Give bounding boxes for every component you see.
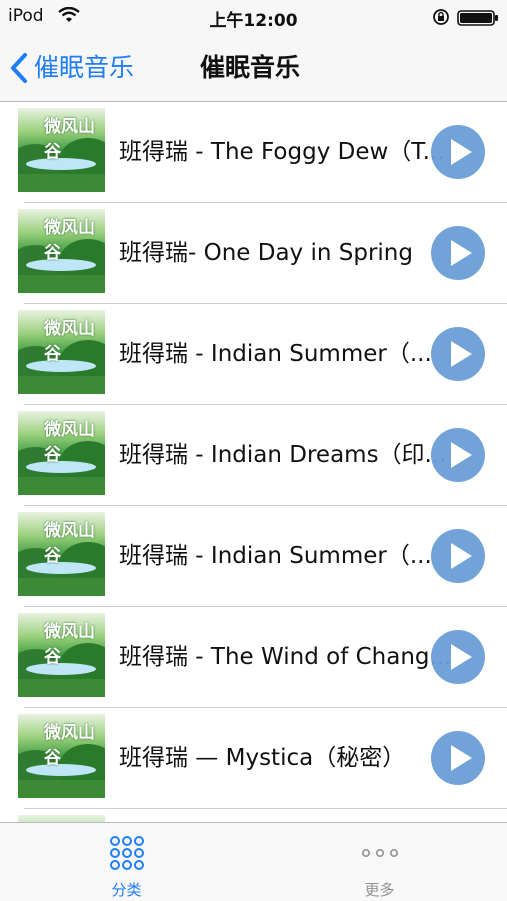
play-button[interactable] xyxy=(431,226,485,280)
tab-category[interactable]: 分类 xyxy=(0,823,253,901)
cover-title: 微风山谷 xyxy=(44,420,95,465)
chevron-left-icon xyxy=(11,53,27,83)
play-button[interactable] xyxy=(431,529,485,583)
battery-icon xyxy=(457,10,498,26)
album-cover: 微风山谷 xyxy=(18,209,105,293)
tab-more[interactable]: 更多 xyxy=(253,823,506,901)
cover-title: 微风山谷 xyxy=(44,622,95,667)
play-icon xyxy=(451,745,472,771)
list-item[interactable]: 微风山谷 班得瑞- One Day in Spring xyxy=(0,203,507,304)
play-button[interactable] xyxy=(431,125,485,179)
play-icon xyxy=(451,240,472,266)
back-label: 催眠音乐 xyxy=(34,53,135,82)
list-item[interactable]: 微风山谷 班得瑞 - The Foggy Dew（T... xyxy=(0,102,507,203)
cover-title: 微风山谷 xyxy=(44,723,95,768)
album-cover: 微风山谷 xyxy=(18,108,105,192)
page-title: 催眠音乐 xyxy=(200,53,301,82)
play-icon xyxy=(451,139,472,165)
play-button[interactable] xyxy=(431,630,485,684)
list-item[interactable]: 微风山谷 班得瑞 - Indian Summer（... xyxy=(0,506,507,607)
back-button[interactable]: 催眠音乐 xyxy=(10,48,134,88)
cover-title: 微风山谷 xyxy=(44,117,95,162)
album-cover: 微风山谷 xyxy=(18,613,105,697)
tab-label: 更多 xyxy=(364,881,395,899)
list-item[interactable]: 微风山谷 班得瑞 — Mystica（秘密） xyxy=(0,708,507,809)
album-cover xyxy=(18,815,105,822)
cover-title: 微风山谷 xyxy=(44,319,95,364)
play-button[interactable] xyxy=(431,327,485,381)
tab-label: 分类 xyxy=(111,881,142,899)
list-item[interactable]: 微风山谷 班得瑞 - The Wind of Chang... xyxy=(0,607,507,708)
track-list[interactable]: 微风山谷 班得瑞 - The Foggy Dew（T... 微风山谷 班得瑞- … xyxy=(0,102,507,822)
list-item[interactable]: 微风山谷 班得瑞 - Indian Summer（... xyxy=(0,304,507,405)
tab-bar: 分类 更多 xyxy=(0,822,507,901)
play-icon xyxy=(451,341,472,367)
more-dots-icon xyxy=(361,849,398,858)
cover-title: 微风山谷 xyxy=(44,521,95,566)
play-icon xyxy=(451,644,472,670)
album-cover: 微风山谷 xyxy=(18,714,105,798)
play-button[interactable] xyxy=(431,731,485,785)
status-bar: iPod 上午12:00 xyxy=(0,0,507,34)
navigation-bar: 催眠音乐 催眠音乐 xyxy=(0,34,507,102)
list-item[interactable] xyxy=(0,809,507,822)
album-cover: 微风山谷 xyxy=(18,512,105,596)
cover-title: 微风山谷 xyxy=(44,218,95,263)
status-time: 上午12:00 xyxy=(209,11,298,31)
list-item[interactable]: 微风山谷 班得瑞 - Indian Dreams（印... xyxy=(0,405,507,506)
album-cover: 微风山谷 xyxy=(18,411,105,495)
album-cover: 微风山谷 xyxy=(18,310,105,394)
play-icon xyxy=(451,442,472,468)
play-icon xyxy=(451,543,472,569)
play-button[interactable] xyxy=(431,428,485,482)
grid-dots-icon xyxy=(109,836,144,870)
rotation-lock-icon xyxy=(433,9,449,25)
